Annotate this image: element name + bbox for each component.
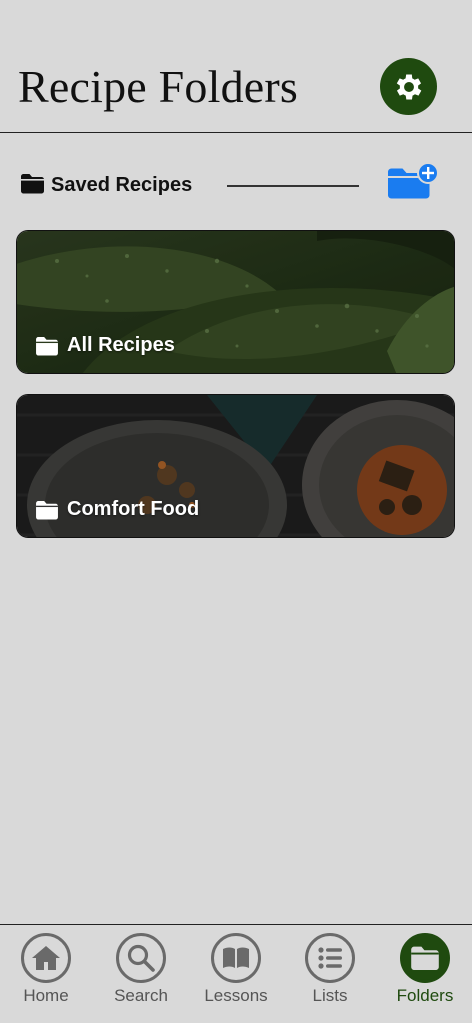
gear-icon xyxy=(396,74,421,99)
folder-icon xyxy=(411,946,439,970)
book-icon xyxy=(223,947,249,968)
settings-button[interactable] xyxy=(380,58,437,115)
nav-icon-circle xyxy=(116,933,166,983)
section-divider xyxy=(227,185,359,187)
folder-name: Comfort Food xyxy=(67,498,200,520)
folder-icon xyxy=(36,336,58,356)
folder-label: Comfort Food xyxy=(35,498,199,521)
section-title: Saved Recipes xyxy=(51,174,193,196)
nav-item-lists[interactable]: Lists xyxy=(283,933,377,1013)
nav-label: Search xyxy=(114,986,168,1005)
bottom-nav: Home Search Lessons Lists Folders xyxy=(0,924,472,1023)
folder-icon xyxy=(21,174,44,194)
folder-label: All Recipes xyxy=(35,334,175,357)
nav-icon-circle xyxy=(211,933,261,983)
nav-item-folders[interactable]: Folders xyxy=(378,933,472,1013)
nav-label: Home xyxy=(23,986,69,1005)
nav-item-home[interactable]: Home xyxy=(0,933,93,1013)
nav-label: Lessons xyxy=(204,986,268,1005)
nav-label: Folders xyxy=(396,986,454,1005)
nav-label: Lists xyxy=(312,986,348,1005)
nav-item-search[interactable]: Search xyxy=(94,933,188,1013)
header: Recipe Folders xyxy=(0,0,472,133)
nav-icon-circle xyxy=(305,933,355,983)
search-icon xyxy=(127,944,155,972)
folder-plus-icon xyxy=(388,162,439,199)
nav-item-lessons[interactable]: Lessons xyxy=(189,933,283,1013)
saved-recipes-header: Saved Recipes xyxy=(20,162,440,206)
add-folder-button[interactable] xyxy=(386,162,440,202)
folder-icon xyxy=(36,500,58,520)
list-icon xyxy=(318,947,342,969)
folder-name: All Recipes xyxy=(67,334,175,356)
folder-card-all-recipes[interactable]: All Recipes xyxy=(16,230,455,374)
home-icon xyxy=(32,946,60,970)
nav-icon-circle xyxy=(400,933,450,983)
nav-icon-circle xyxy=(21,933,71,983)
folder-card-comfort-food[interactable]: Comfort Food xyxy=(16,394,455,538)
page-title: Recipe Folders xyxy=(18,61,299,112)
